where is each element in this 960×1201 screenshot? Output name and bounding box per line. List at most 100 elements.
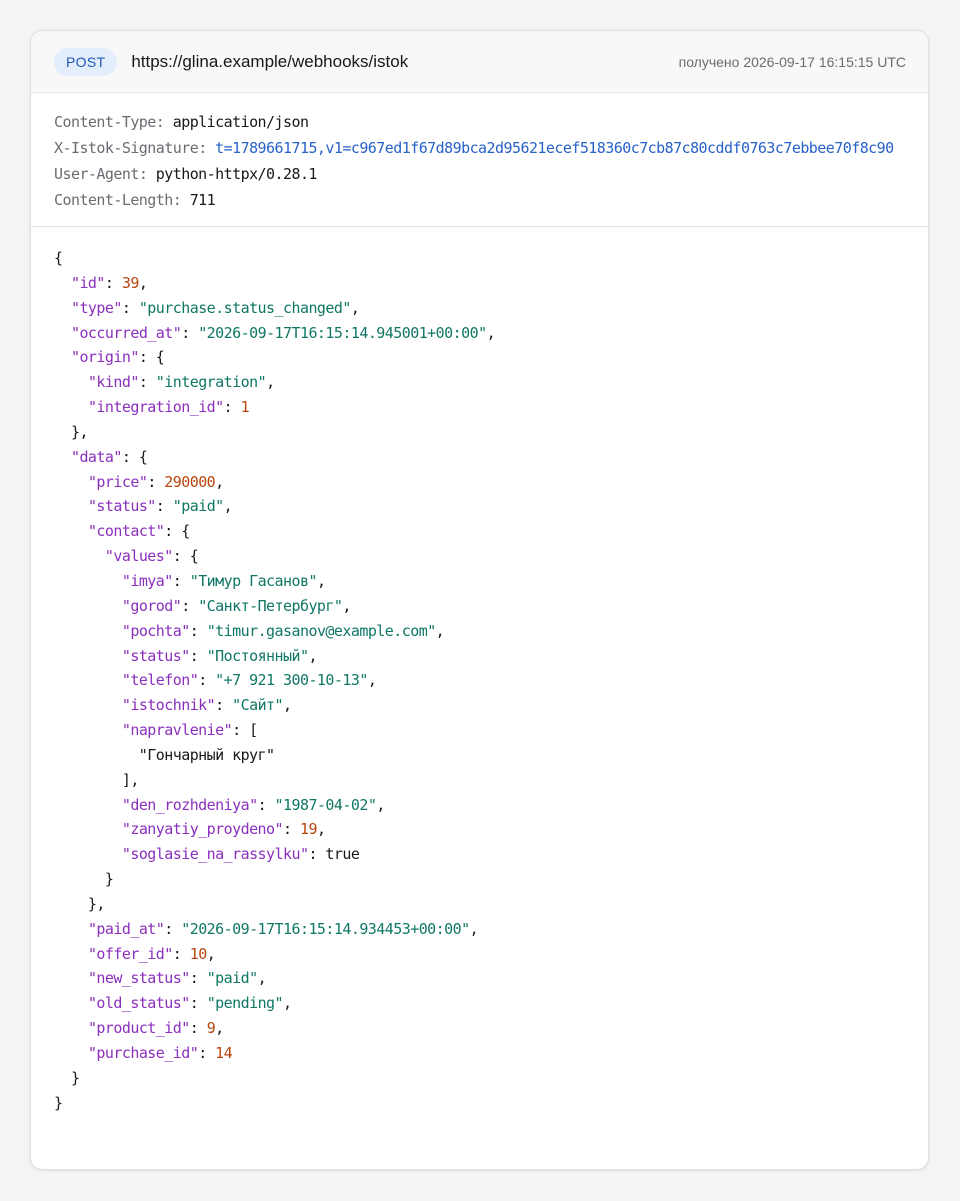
json-line: "istochnik": "Сайт",: [54, 693, 905, 718]
json-string: "Сайт": [232, 696, 284, 715]
http-headers-block: Content-Type: application/json X-Istok-Si…: [31, 93, 928, 227]
json-punct: :: [257, 795, 275, 814]
json-line: "imya": "Тимур Гасанов",: [54, 569, 905, 594]
json-punct: [54, 969, 88, 987]
json-punct: }: [54, 1093, 63, 1112]
json-body: { "id": 39, "type": "purchase.status_cha…: [31, 227, 928, 1116]
json-punct: },: [54, 894, 106, 913]
json-punct: :: [189, 621, 207, 640]
json-line: "status": "Постоянный",: [54, 644, 905, 669]
json-line: "old_status": "pending",: [54, 991, 905, 1016]
json-key: "old_status": [87, 994, 190, 1013]
json-line: }: [54, 867, 905, 892]
json-punct: :: [181, 596, 199, 615]
json-punct: :: [164, 919, 182, 938]
json-key: "den_rozhdeniya": [121, 795, 258, 814]
json-line: "status": "paid",: [54, 494, 905, 519]
json-key: "soglasie_na_rassylku": [121, 845, 309, 864]
json-punct: [54, 473, 88, 491]
json-punct: :: [138, 373, 156, 392]
json-punct: :: [198, 671, 216, 690]
json-punct: ,: [469, 919, 479, 938]
json-punct: }: [54, 1068, 80, 1087]
json-line: "offer_id": 10,: [54, 942, 905, 967]
json-punct: [54, 1044, 88, 1062]
json-punct: ,: [376, 795, 385, 814]
json-boolean: true: [325, 845, 360, 864]
json-line: "contact": {: [54, 519, 905, 544]
json-punct: [54, 622, 122, 640]
json-key: "status": [87, 497, 156, 516]
json-line: "new_status": "paid",: [54, 966, 905, 991]
json-number: 290000: [164, 472, 216, 491]
json-punct: :: [189, 1019, 207, 1038]
json-punct: [54, 820, 122, 838]
json-key: "integration_id": [87, 398, 224, 417]
json-punct: [54, 920, 88, 938]
json-line: "purchase_id": 14: [54, 1041, 905, 1066]
json-punct: ,: [316, 571, 326, 590]
json-line: {: [54, 246, 905, 271]
json-punct: ,: [215, 472, 224, 491]
json-key: "new_status": [87, 969, 190, 988]
json-punct: ,: [486, 323, 496, 342]
json-key: "paid_at": [87, 919, 165, 938]
json-number: 19: [299, 820, 318, 839]
json-key: "imya": [121, 571, 173, 590]
json-string: "purchase.status_changed": [138, 298, 352, 317]
json-punct: },: [54, 422, 89, 441]
json-line: "soglasie_na_rassylku": true: [54, 842, 905, 867]
json-key: "contact": [87, 522, 165, 541]
json-punct: ],: [54, 770, 140, 789]
json-punct: [54, 696, 122, 714]
json-punct: ,: [435, 621, 445, 640]
json-punct: :: [172, 944, 190, 963]
json-punct: [54, 448, 71, 466]
json-number: 10: [189, 944, 208, 963]
json-number: 14: [215, 1044, 233, 1062]
json-punct: [54, 299, 71, 317]
method-badge: POST: [54, 47, 118, 76]
json-punct: :: [181, 323, 199, 342]
json-punct: [54, 572, 122, 590]
json-punct: : {: [172, 547, 199, 566]
json-punct: :: [189, 994, 207, 1013]
request-url[interactable]: https://glina.example/webhooks/istok: [131, 52, 408, 72]
json-string: "paid": [172, 497, 224, 516]
json-line: "data": {: [54, 445, 905, 470]
json-string: "2026-09-17T16:15:14.934453+00:00": [181, 919, 470, 938]
json-punct: ,: [283, 994, 292, 1013]
json-punct: [54, 348, 71, 366]
json-string: "2026-09-17T16:15:14.945001+00:00": [198, 323, 487, 342]
header-row: Content-Type: application/json: [54, 109, 905, 135]
json-punct: [54, 398, 88, 416]
json-line: "price": 290000,: [54, 470, 905, 495]
header-value: application/json: [172, 113, 309, 131]
json-punct: ,: [206, 944, 216, 963]
json-line: "type": "purchase.status_changed",: [54, 296, 905, 321]
json-key: "telefon": [121, 671, 199, 690]
json-punct: [54, 671, 122, 689]
json-punct: ,: [215, 1019, 224, 1038]
header-colon: :: [172, 191, 190, 209]
json-punct: [54, 796, 122, 814]
json-key: "product_id": [87, 1019, 190, 1038]
json-punct: ,: [283, 696, 292, 715]
json-punct: :: [189, 969, 207, 988]
json-key: "gorod": [121, 596, 182, 615]
json-punct: : [: [232, 721, 258, 740]
json-key: "offer_id": [87, 944, 173, 963]
json-line: "napravlenie": [: [54, 718, 905, 743]
json-line: "pochta": "timur.gasanov@example.com",: [54, 619, 905, 644]
json-key: "occurred_at": [70, 323, 182, 342]
json-line: "zanyatiy_proydeno": 19,: [54, 817, 905, 842]
header-colon: :: [138, 165, 156, 183]
json-string: "Тимур Гасанов": [189, 571, 318, 590]
json-string: "integration": [155, 373, 267, 392]
json-key: "istochnik": [121, 696, 216, 715]
json-string: "paid": [206, 969, 258, 988]
signature-value[interactable]: t=1789661715,v1=c967ed1f67d89bca2d95621e…: [215, 139, 894, 157]
json-line: "occurred_at": "2026-09-17T16:15:14.9450…: [54, 321, 905, 346]
header-colon: :: [198, 139, 216, 157]
json-key: "type": [70, 298, 122, 317]
